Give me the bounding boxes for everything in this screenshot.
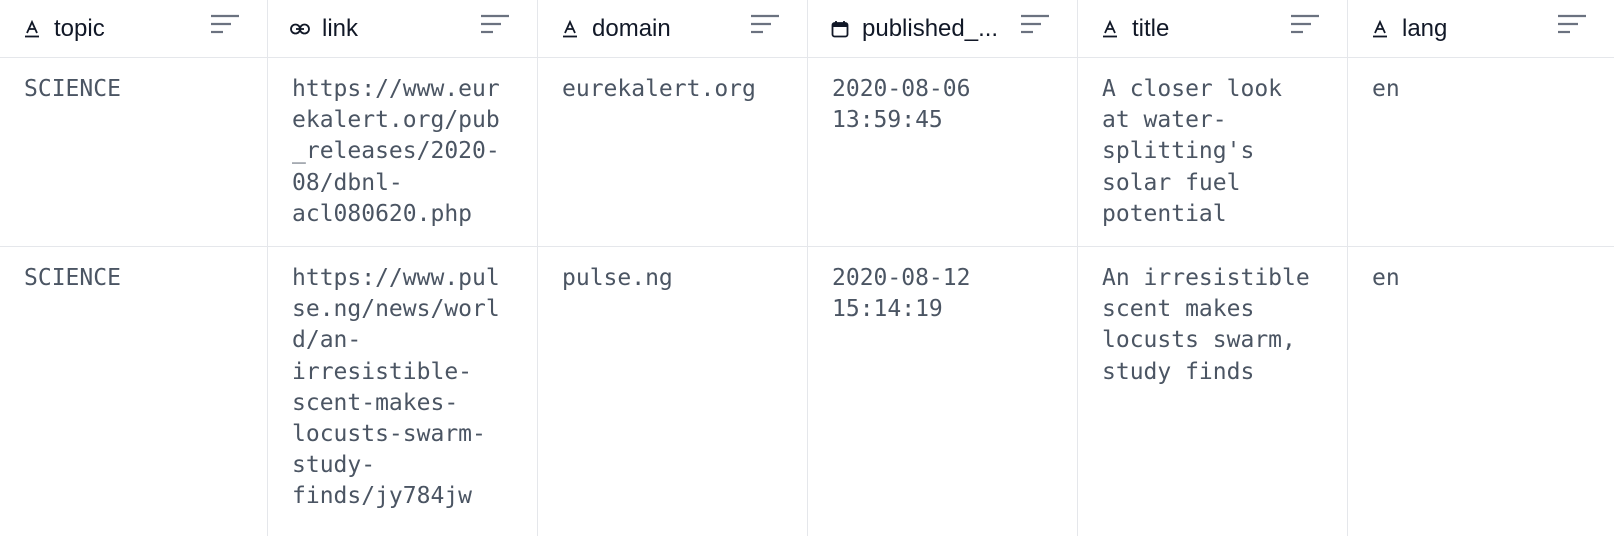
cell-title[interactable]: A closer look at water- splitting's sola… [1078, 58, 1348, 246]
cell-link[interactable]: https://www.eur ekalert.org/pub _release… [268, 58, 538, 246]
table-row: SCIENCE https://www.pul se.ng/news/worl … [0, 247, 1614, 536]
cell-topic[interactable]: SCIENCE [0, 58, 268, 246]
cell-domain[interactable]: eurekalert.org [538, 58, 808, 246]
cell-lang[interactable]: en [1348, 247, 1614, 536]
text-type-icon [1100, 19, 1120, 39]
calendar-icon [830, 19, 850, 39]
sort-icon[interactable] [1021, 13, 1051, 37]
table-row: SCIENCE https://www.eur ekalert.org/pub … [0, 58, 1614, 247]
column-header-label: title [1132, 15, 1170, 42]
cell-topic[interactable]: SCIENCE [0, 247, 268, 536]
column-header-topic[interactable]: topic [0, 0, 268, 58]
column-header-label: topic [54, 15, 105, 42]
sort-icon[interactable] [1291, 13, 1321, 37]
column-header-link[interactable]: link [268, 0, 538, 58]
column-header-label: published_... [862, 15, 999, 42]
cell-domain[interactable]: pulse.ng [538, 247, 808, 536]
column-header-label: link [322, 15, 359, 42]
cell-lang[interactable]: en [1348, 58, 1614, 246]
data-table: topic link domain published_... title la… [0, 0, 1614, 536]
column-header-title[interactable]: title [1078, 0, 1348, 58]
cell-title[interactable]: An irresistible scent makes locusts swar… [1078, 247, 1348, 536]
table-header: topic link domain published_... title la… [0, 0, 1614, 58]
link-icon [290, 19, 310, 39]
column-header-domain[interactable]: domain [538, 0, 808, 58]
column-header-lang[interactable]: lang [1348, 0, 1614, 58]
column-header-label: domain [592, 15, 671, 42]
text-type-icon [1370, 19, 1390, 39]
sort-icon[interactable] [481, 13, 511, 37]
sort-icon[interactable] [211, 13, 241, 37]
text-type-icon [22, 19, 42, 39]
column-header-published[interactable]: published_... [808, 0, 1078, 58]
text-type-icon [560, 19, 580, 39]
sort-icon[interactable] [751, 13, 781, 37]
cell-link[interactable]: https://www.pul se.ng/news/worl d/an- ir… [268, 247, 538, 536]
column-header-label: lang [1402, 15, 1448, 42]
cell-published[interactable]: 2020-08-06 13:59:45 [808, 58, 1078, 246]
sort-icon[interactable] [1558, 13, 1588, 37]
cell-published[interactable]: 2020-08-12 15:14:19 [808, 247, 1078, 536]
